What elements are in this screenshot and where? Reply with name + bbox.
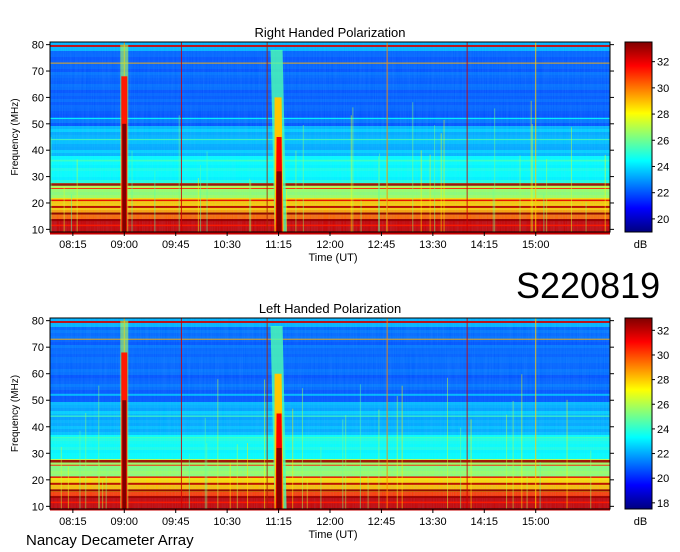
left-polarization-panel: Left Handed Polarization 10 20 30 40 50 60 70 80… bbox=[10, 301, 669, 541]
x-axis-label: Time (UT) bbox=[308, 529, 357, 541]
x-tick-label: 13:30 bbox=[419, 516, 447, 528]
y-tick-label: 60 bbox=[32, 369, 44, 381]
y-tick-label: 40 bbox=[32, 145, 44, 157]
instrument-name: Nancay Decameter Array bbox=[26, 532, 194, 549]
y-tick-label: 40 bbox=[32, 422, 44, 434]
colorbar-tick-label: 32 bbox=[657, 325, 669, 337]
x-tick-label: 08:15 bbox=[59, 516, 87, 528]
y-tick-label: 20 bbox=[32, 198, 44, 210]
panel-title: Left Handed Polarization bbox=[259, 301, 401, 316]
spectrogram-field bbox=[50, 42, 610, 235]
x-tick-label: 15:00 bbox=[522, 239, 550, 251]
x-tick-label: 15:00 bbox=[522, 516, 550, 528]
colorbar-tick-label: 22 bbox=[657, 449, 669, 461]
y-tick-label: 50 bbox=[32, 119, 44, 131]
spectrogram-field bbox=[50, 318, 610, 511]
spectrogram-figure: Right Handed Polarization 10 20 30 40 50 60 70 8… bbox=[10, 25, 669, 549]
x-tick-label: 09:00 bbox=[111, 516, 139, 528]
colorbar-tick-label: 22 bbox=[657, 188, 669, 200]
colorbar: 18 20 22 24 26 28 30 32 dB bbox=[624, 317, 669, 528]
y-tick-label: 70 bbox=[32, 66, 44, 78]
colorbar-tick-label: 30 bbox=[657, 350, 669, 362]
panel-title: Right Handed Polarization bbox=[254, 25, 405, 40]
y-tick-label: 20 bbox=[32, 475, 44, 487]
y-axis-label: Frequency (MHz) bbox=[10, 98, 21, 175]
colorbar-tick-label: 18 bbox=[657, 498, 669, 510]
colorbar-tick-label: 26 bbox=[657, 135, 669, 147]
colorbar-tick-label: 24 bbox=[657, 424, 669, 436]
x-tick-label: 12:00 bbox=[316, 239, 344, 251]
colorbar-label: dB bbox=[634, 516, 647, 528]
x-tick-label: 09:45 bbox=[162, 516, 190, 528]
x-tick-label: 14:15 bbox=[471, 516, 499, 528]
x-axis-label: Time (UT) bbox=[308, 252, 357, 264]
y-tick-label: 50 bbox=[32, 395, 44, 407]
observation-id: S220819 bbox=[516, 265, 660, 306]
colorbar-tick-label: 32 bbox=[657, 57, 669, 69]
colorbar-label: dB bbox=[634, 239, 647, 251]
colorbar-tick-label: 30 bbox=[657, 83, 669, 95]
x-tick-label: 13:30 bbox=[419, 239, 447, 251]
colorbar-tick-label: 24 bbox=[657, 161, 669, 173]
x-tick-label: 11:15 bbox=[265, 516, 292, 528]
y-tick-label: 10 bbox=[32, 224, 44, 236]
x-tick-label: 10:30 bbox=[213, 239, 241, 251]
colorbar-tick-label: 26 bbox=[657, 399, 669, 411]
x-tick-label: 12:45 bbox=[368, 239, 396, 251]
y-tick-label: 30 bbox=[32, 172, 44, 184]
x-tick-label: 09:00 bbox=[111, 239, 139, 251]
y-tick-label: 70 bbox=[32, 342, 44, 354]
y-tick-label: 80 bbox=[32, 316, 44, 328]
x-tick-label: 09:45 bbox=[162, 239, 190, 251]
colorbar-tick-label: 28 bbox=[657, 375, 669, 387]
colorbar-tick-label: 20 bbox=[657, 214, 669, 226]
colorbar-tick-label: 20 bbox=[657, 473, 669, 485]
y-tick-label: 30 bbox=[32, 448, 44, 460]
y-axis-label: Frequency (MHz) bbox=[10, 375, 21, 452]
x-tick-label: 14:15 bbox=[471, 239, 499, 251]
y-tick-label: 10 bbox=[32, 501, 44, 513]
y-tick-label: 80 bbox=[32, 40, 44, 52]
colorbar-tick-label: 28 bbox=[657, 109, 669, 121]
x-tick-label: 12:00 bbox=[316, 516, 344, 528]
x-tick-label: 10:30 bbox=[213, 516, 241, 528]
x-tick-label: 08:15 bbox=[59, 239, 87, 251]
right-polarization-panel: Right Handed Polarization 10 20 30 40 50 60 70 8… bbox=[10, 25, 669, 264]
y-tick-label: 60 bbox=[32, 92, 44, 104]
x-tick-label: 12:45 bbox=[368, 516, 396, 528]
x-tick-label: 11:15 bbox=[265, 239, 292, 251]
colorbar: 20 22 24 26 28 30 32 dB bbox=[624, 41, 669, 251]
